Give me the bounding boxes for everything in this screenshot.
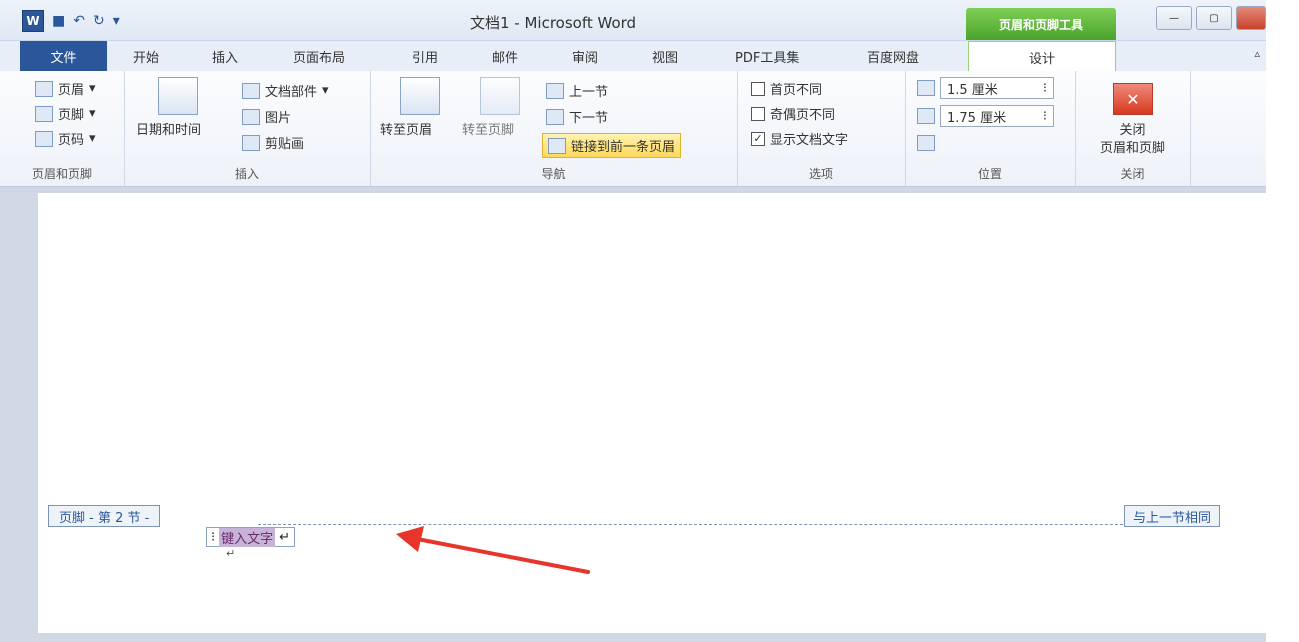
tab-mailings[interactable]: 邮件	[492, 47, 518, 66]
ribbon-tabs: 文件 开始 插入 页面布局 引用 邮件 审阅 视图 PDF工具集 百度网盘 设计…	[0, 41, 1266, 73]
redo-icon[interactable]: ↻	[93, 13, 105, 29]
date-time-button[interactable]: 日期和时间	[136, 119, 201, 138]
page-number-icon	[35, 130, 53, 147]
group-position: 1.5 厘米 ⁝ 1.75 厘米 ⁝ 位置	[905, 71, 1076, 186]
close-x-icon[interactable]: ✕	[1113, 83, 1153, 115]
tab-insert[interactable]: 插入	[212, 47, 238, 66]
chevron-down-icon: ▾	[89, 81, 96, 96]
footer-position-spinner[interactable]: 1.75 厘米 ⁝	[940, 105, 1054, 127]
checkbox-checked-icon: ✓	[751, 131, 765, 146]
clip-art-icon	[242, 134, 260, 151]
field-placeholder-text[interactable]: 键入文字	[219, 527, 276, 547]
footer-icon	[35, 105, 53, 122]
footer-button[interactable]: 页脚 ▾	[35, 104, 96, 123]
tab-references[interactable]: 引用	[412, 47, 438, 66]
context-tab-header: 页眉和页脚工具	[966, 8, 1116, 40]
diff-first-page-checkbox[interactable]: 首页不同	[751, 79, 822, 98]
group-insert: 日期和时间 文档部件 ▾ 图片 剪贴画 插入	[124, 71, 371, 186]
window-controls: — ▢	[1156, 6, 1266, 30]
tab-design[interactable]: 设计	[968, 41, 1116, 73]
header-button[interactable]: 页眉 ▾	[35, 79, 96, 98]
window-title: 文档1 - Microsoft Word	[470, 14, 637, 32]
doc-parts-button[interactable]: 文档部件 ▾	[242, 81, 329, 100]
spinner-arrows-icon[interactable]: ⁝	[1043, 81, 1047, 96]
document-page[interactable]: 页脚 - 第 2 节 - 与上一节相同 ⁝ 键入文字 ↵ ↵	[38, 193, 1266, 633]
header-icon	[35, 80, 53, 97]
tab-baidu-netdisk[interactable]: 百度网盘	[867, 47, 919, 66]
link-to-previous-button[interactable]: 链接到前一条页眉	[542, 133, 682, 158]
minimize-icon[interactable]: —	[1156, 6, 1192, 30]
spinner-arrows-icon[interactable]: ⁝	[1043, 109, 1047, 124]
same-as-previous-tag: 与上一节相同	[1124, 505, 1221, 527]
ribbon-collapse-icon[interactable]: ▵	[1254, 47, 1260, 60]
insert-alignment-tab-button[interactable]	[917, 135, 935, 151]
previous-section-icon	[546, 82, 564, 99]
link-icon	[548, 137, 566, 154]
group-label-close: 关闭	[1120, 167, 1145, 181]
goto-header-button[interactable]: 转至页眉	[380, 119, 432, 138]
header-position-row: 1.5 厘米 ⁝	[917, 77, 1054, 99]
close-window-icon[interactable]	[1236, 6, 1266, 30]
group-close: ✕ 关闭 页眉和页脚 关闭	[1075, 71, 1191, 186]
paragraph-mark-icon: ↵	[279, 529, 291, 545]
chevron-down-icon: ▾	[322, 83, 329, 98]
calendar-icon[interactable]	[158, 77, 198, 115]
close-header-footer-line2[interactable]: 页眉和页脚	[1075, 137, 1190, 156]
group-label-insert: 插入	[234, 167, 259, 181]
footer-section-tag: 页脚 - 第 2 节 -	[48, 505, 161, 527]
picture-button[interactable]: 图片	[242, 107, 291, 126]
footer-bottom-icon	[917, 108, 935, 124]
quick-access-toolbar: W ■ ↶ ↻ ▾	[22, 10, 120, 32]
footer-position-row: 1.75 厘米 ⁝	[917, 105, 1054, 127]
document-area: 页脚 - 第 2 节 - 与上一节相同 ⁝ 键入文字 ↵ ↵	[0, 187, 1266, 642]
tab-review[interactable]: 审阅	[572, 47, 598, 66]
paragraph-mark-icon: ↵	[226, 547, 236, 560]
group-header-footer: 页眉 ▾ 页脚 ▾ 页码 ▾ 页眉和页脚	[0, 71, 125, 186]
doc-parts-icon	[242, 82, 260, 99]
checkbox-unchecked-icon	[751, 106, 765, 121]
chevron-down-icon: ▾	[89, 131, 96, 146]
header-position-spinner[interactable]: 1.5 厘米 ⁝	[940, 77, 1054, 99]
field-handle-icon[interactable]: ⁝	[211, 530, 215, 545]
group-label-position: 位置	[977, 167, 1002, 181]
ribbon-panel: 页眉 ▾ 页脚 ▾ 页码 ▾ 页眉和页脚 日期和时间 文档部件 ▾ 图片 剪贴画…	[0, 71, 1266, 187]
checkbox-unchecked-icon	[751, 81, 765, 96]
clip-art-button[interactable]: 剪贴画	[242, 133, 304, 152]
next-section-icon	[546, 108, 564, 125]
group-navigation: 转至页眉 转至页脚 上一节 下一节 链接到前一条页眉 导航	[370, 71, 738, 186]
maximize-icon[interactable]: ▢	[1196, 6, 1232, 30]
tab-pdf-tools[interactable]: PDF工具集	[735, 47, 799, 66]
title-bar: W ■ ↶ ↻ ▾ 文档1 - Microsoft Word 页眉和页脚工具 —…	[0, 0, 1266, 41]
diff-odd-even-checkbox[interactable]: 奇偶页不同	[751, 104, 835, 123]
group-label-header-footer: 页眉和页脚	[31, 167, 92, 181]
tab-home[interactable]: 开始	[133, 47, 159, 66]
header-top-icon	[917, 80, 935, 96]
page-number-button[interactable]: 页码 ▾	[35, 129, 96, 148]
prev-section-button[interactable]: 上一节	[546, 81, 608, 100]
group-label-navigation: 导航	[541, 167, 566, 181]
goto-footer-button[interactable]: 转至页脚	[462, 119, 514, 138]
close-header-footer-line1[interactable]: 关闭	[1075, 119, 1190, 138]
group-label-options: 选项	[808, 167, 833, 181]
footer-text-field[interactable]: ⁝ 键入文字 ↵	[206, 527, 296, 547]
undo-icon[interactable]: ↶	[73, 13, 85, 29]
goto-header-icon[interactable]	[400, 77, 440, 115]
picture-icon	[242, 108, 260, 125]
word-logo-icon[interactable]: W	[22, 10, 44, 32]
save-icon[interactable]: ■	[52, 13, 65, 29]
chevron-down-icon: ▾	[89, 106, 96, 121]
goto-footer-icon[interactable]	[480, 77, 520, 115]
group-options: 首页不同 奇偶页不同 ✓ 显示文档文字 选项	[737, 71, 906, 186]
tab-page-layout[interactable]: 页面布局	[293, 47, 345, 66]
alignment-tab-icon	[917, 135, 935, 151]
show-doc-text-checkbox[interactable]: ✓ 显示文档文字	[751, 129, 848, 148]
customize-qat-icon[interactable]: ▾	[113, 13, 120, 29]
tab-file[interactable]: 文件	[20, 41, 107, 71]
next-section-button[interactable]: 下一节	[546, 107, 608, 126]
tab-view[interactable]: 视图	[652, 47, 678, 66]
footer-boundary-line	[258, 524, 1163, 525]
